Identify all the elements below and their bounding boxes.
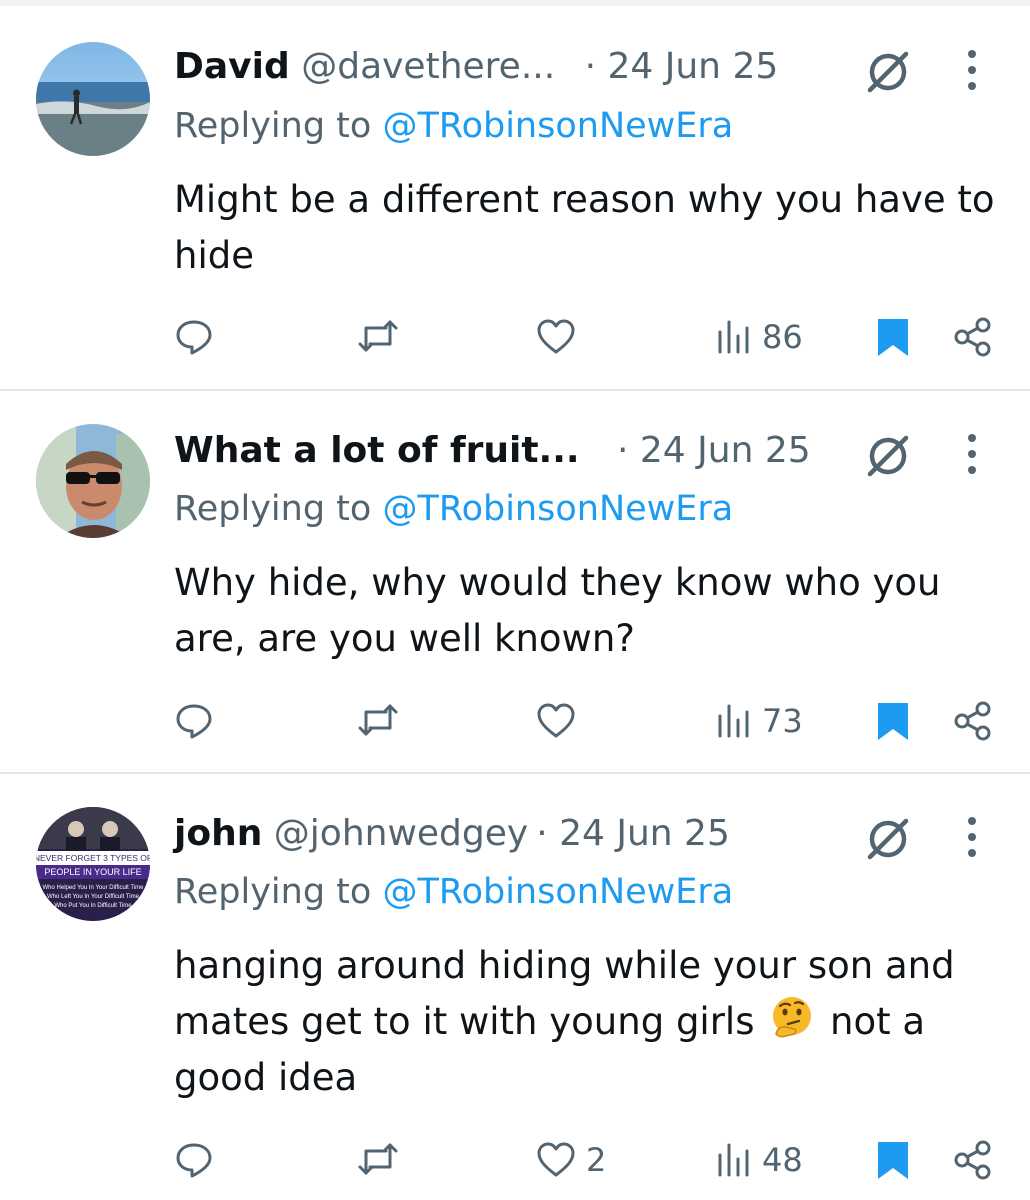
heart-icon xyxy=(537,703,575,738)
bookmark-button[interactable] xyxy=(876,700,910,742)
avatar[interactable]: NEVER FORGET 3 TYPES OF PEOPLE IN YOUR L… xyxy=(36,807,150,921)
replying-to: Replying to @TRobinsonNewEra xyxy=(174,484,733,534)
tweet-date[interactable]: · 24 Jun 25 xyxy=(585,46,779,87)
avatar-caption-line3: Who Helped You In Your Difficult Time xyxy=(43,885,145,891)
tweet-text: hanging around hiding while your son and… xyxy=(174,938,1004,1106)
tweet-date[interactable]: · 24 Jun 25 xyxy=(536,813,730,854)
avatar[interactable] xyxy=(36,42,150,156)
tweet-text: Why hide, why would they know who you ar… xyxy=(174,561,941,660)
bookmark-button[interactable] xyxy=(876,1139,910,1181)
reply-icon xyxy=(176,1143,212,1178)
heart-icon xyxy=(537,1142,575,1177)
mention-link[interactable]: @TRobinsonNewEra xyxy=(382,872,733,912)
replying-prefix: Replying to xyxy=(174,489,383,529)
like-count: 2 xyxy=(586,1141,607,1179)
grok-icon[interactable] xyxy=(862,430,914,482)
user-handle[interactable]: @davethere... xyxy=(301,46,555,87)
grok-icon[interactable] xyxy=(862,813,914,865)
repost-button[interactable] xyxy=(356,700,400,740)
view-count: 86 xyxy=(762,318,803,356)
display-name[interactable]: What a lot of fruit... xyxy=(174,430,580,471)
tweet[interactable]: David @davethere... · 24 Jun 25 Replying… xyxy=(0,0,1030,390)
reply-button[interactable] xyxy=(174,700,214,740)
reply-button[interactable] xyxy=(174,316,214,356)
share-button[interactable] xyxy=(952,700,994,742)
mention-link[interactable]: @TRobinsonNewEra xyxy=(382,489,733,529)
views-icon xyxy=(718,704,749,738)
tweet[interactable]: What a lot of fruit... · 24 Jun 25 Reply… xyxy=(0,392,1030,774)
tweet[interactable]: NEVER FORGET 3 TYPES OF PEOPLE IN YOUR L… xyxy=(0,775,1030,1200)
bookmark-icon xyxy=(878,319,908,356)
user-handle[interactable]: @johnwedgey xyxy=(274,813,528,854)
bookmark-icon xyxy=(878,703,908,740)
replying-to: Replying to @TRobinsonNewEra xyxy=(174,101,733,151)
replying-prefix: Replying to xyxy=(174,872,383,912)
repost-icon xyxy=(358,1143,398,1175)
more-options-icon[interactable] xyxy=(960,432,984,476)
bookmark-icon xyxy=(878,1142,908,1179)
view-count: 73 xyxy=(762,702,803,740)
more-options-icon[interactable] xyxy=(960,48,984,92)
share-button[interactable] xyxy=(952,1139,994,1181)
display-name[interactable]: David xyxy=(174,46,290,87)
reply-button[interactable] xyxy=(174,1139,214,1179)
like-button[interactable] xyxy=(536,702,586,740)
avatar[interactable] xyxy=(36,424,150,538)
share-icon xyxy=(954,317,991,357)
tweet-divider xyxy=(0,772,1030,774)
more-options-icon[interactable] xyxy=(960,815,984,859)
tweet-text: Might be a different reason why you have… xyxy=(174,178,995,277)
tweet-header: David @davethere... · 24 Jun 25 xyxy=(174,42,778,92)
like-button[interactable] xyxy=(536,318,586,356)
view-count: 48 xyxy=(762,1141,803,1179)
bookmark-button[interactable] xyxy=(876,316,910,358)
display-name[interactable]: john xyxy=(174,813,262,854)
share-button[interactable] xyxy=(952,316,994,358)
avatar-caption-line5: Who Put You In Difficult Time xyxy=(54,903,132,909)
repost-button[interactable] xyxy=(356,316,400,356)
tweet-header: What a lot of fruit... · 24 Jun 25 xyxy=(174,426,811,476)
reply-icon xyxy=(176,704,212,739)
views-button[interactable]: 73 xyxy=(716,702,803,740)
views-icon xyxy=(718,320,749,354)
reply-icon xyxy=(176,320,212,355)
views-button[interactable]: 86 xyxy=(716,318,803,356)
avatar-caption-line4: Who Left You In Your Difficult Time xyxy=(47,894,140,900)
tweet-header: john @johnwedgey · 24 Jun 25 xyxy=(174,809,730,859)
replying-to: Replying to @TRobinsonNewEra xyxy=(174,867,733,917)
tweet-divider xyxy=(0,389,1030,391)
heart-icon xyxy=(537,319,575,354)
share-icon xyxy=(954,701,991,741)
thinking-face-emoji xyxy=(773,997,812,1038)
grok-icon[interactable] xyxy=(862,46,914,98)
avatar-caption-line2: PEOPLE IN YOUR LIFE xyxy=(44,867,141,877)
views-icon xyxy=(718,1143,749,1177)
repost-icon xyxy=(358,320,398,352)
share-icon xyxy=(954,1140,991,1180)
like-button[interactable]: 2 xyxy=(536,1141,606,1179)
views-button[interactable]: 48 xyxy=(716,1141,803,1179)
repost-icon xyxy=(358,704,398,736)
tweet-date[interactable]: · 24 Jun 25 xyxy=(617,430,811,471)
replying-prefix: Replying to xyxy=(174,106,383,146)
mention-link[interactable]: @TRobinsonNewEra xyxy=(382,106,733,146)
avatar-caption-line1: NEVER FORGET 3 TYPES OF xyxy=(36,853,150,863)
repost-button[interactable] xyxy=(356,1139,400,1179)
